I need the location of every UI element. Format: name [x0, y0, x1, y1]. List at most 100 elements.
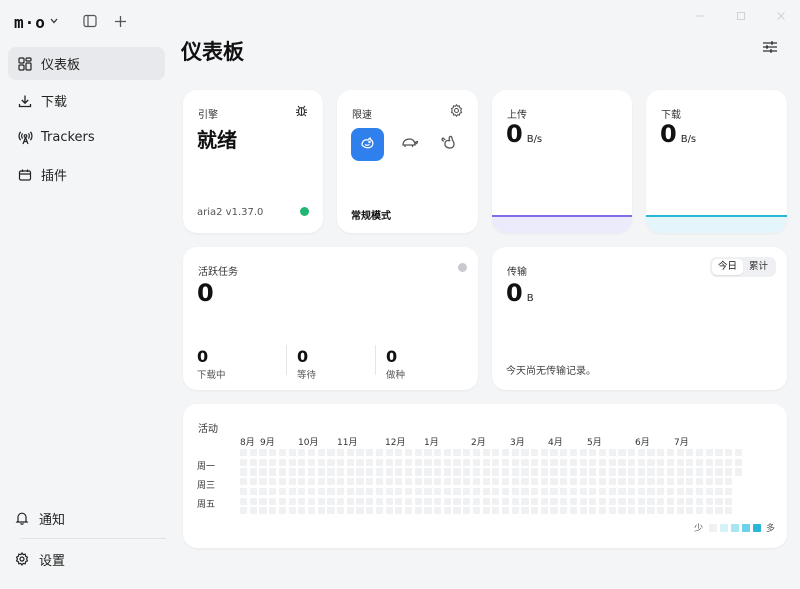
heatmap-cell	[404, 497, 413, 505]
mode-normal-button[interactable]	[351, 128, 384, 161]
transfer-empty-message: 今天尚无传输记录。	[506, 366, 596, 377]
heatmap-cell	[337, 478, 345, 486]
chevron-down-icon	[50, 17, 58, 27]
heatmap-cell	[404, 478, 413, 486]
heatmap-cell	[550, 449, 558, 457]
notifications-button[interactable]: 通知	[14, 503, 166, 533]
heatmap-cell	[686, 497, 694, 505]
heatmap-cell	[628, 468, 636, 476]
speed-settings-icon[interactable]	[450, 103, 463, 120]
download-chart-line	[646, 215, 787, 217]
heatmap-cell	[327, 497, 335, 505]
heatmap-cell	[540, 478, 548, 486]
heatmap-cell	[666, 458, 675, 466]
heatmap-cell	[385, 507, 393, 515]
heatmap-cell	[579, 458, 587, 466]
sidebar-toggle-icon[interactable]	[82, 13, 98, 29]
heatmap-cell	[259, 507, 267, 515]
heatmap-cell	[249, 468, 257, 476]
heatmap-cell	[385, 487, 393, 496]
heatmap-cell	[317, 449, 325, 457]
heatmap-cell	[705, 478, 713, 486]
heatmap-cell	[676, 458, 684, 466]
heatmap-cell	[278, 487, 287, 496]
heatmap-cell	[492, 478, 500, 486]
month-label: 9月	[260, 438, 275, 448]
heatmap-cell	[443, 449, 451, 457]
sidebar-item-plugins[interactable]: 插件	[8, 158, 165, 191]
heatmap-cell	[647, 458, 655, 466]
add-icon[interactable]	[112, 13, 128, 29]
sidebar-item-trackers[interactable]: Trackers	[8, 121, 165, 154]
heatmap-cell	[589, 449, 597, 457]
heatmap-cell	[288, 458, 296, 466]
sidebar-item-downloads[interactable]: 下载	[8, 84, 165, 117]
heatmap-cell	[404, 468, 413, 476]
heatmap-cell	[715, 507, 723, 515]
heatmap-cell	[307, 478, 316, 486]
engine-status-dot	[300, 207, 309, 216]
heatmap-cell	[259, 487, 267, 496]
bug-icon[interactable]	[295, 104, 308, 120]
heatmap-cell	[540, 458, 548, 466]
month-label: 6月	[635, 438, 650, 448]
heatmap-cell	[327, 449, 335, 457]
tab-today[interactable]: 今日	[712, 259, 744, 275]
heatmap-cell	[725, 507, 733, 515]
heatmap-cell	[414, 497, 422, 505]
active-tasks-label: 活跃任务	[198, 267, 238, 278]
heatmap-cell	[569, 487, 578, 496]
speed-limit-card: 限速 常规模式	[337, 90, 478, 233]
month-label: 7月	[674, 438, 689, 448]
heatmap-cell	[327, 458, 335, 466]
heatmap-cell	[482, 497, 490, 505]
stat-label: 做种	[386, 370, 406, 381]
month-label: 11月	[337, 438, 358, 448]
close-icon[interactable]	[773, 8, 789, 24]
brand-switcher[interactable]: m·o	[14, 12, 58, 32]
dashboard-icon	[17, 56, 33, 72]
heatmap-cell	[521, 449, 529, 457]
maximize-icon[interactable]	[733, 8, 749, 24]
download-unit: B/s	[680, 134, 697, 145]
heatmap-cell	[288, 487, 296, 496]
heatmap-cell	[715, 458, 723, 466]
heatmap-cell	[278, 458, 287, 466]
heatmap-cell	[356, 458, 364, 466]
heatmap-cell	[569, 497, 578, 505]
heatmap-cell	[618, 449, 626, 457]
heatmap-cell	[414, 507, 422, 515]
upload-value: 0	[506, 120, 523, 148]
heatmap-cell	[618, 487, 626, 496]
heatmap-cell	[434, 449, 442, 457]
heatmap-cell	[278, 449, 287, 457]
heatmap-cell	[647, 468, 655, 476]
settings-button[interactable]: 设置	[14, 544, 166, 574]
heatmap-cell	[424, 449, 432, 457]
heatmap-cell	[686, 458, 694, 466]
heatmap-cell	[356, 507, 364, 515]
sidebar-item-dashboard[interactable]: 仪表板	[8, 47, 165, 80]
heatmap-cell	[676, 449, 684, 457]
heatmap-cell	[240, 487, 248, 496]
heatmap-cell	[501, 497, 510, 505]
activity-label: 活动	[198, 424, 218, 435]
mode-squirrel-button[interactable]	[431, 128, 464, 161]
squirrel-icon	[440, 135, 456, 154]
heatmap-cell	[346, 478, 354, 486]
heatmap-cell	[589, 487, 597, 496]
filter-settings-icon[interactable]	[762, 40, 780, 56]
stat-divider	[286, 345, 287, 375]
minimize-icon[interactable]	[692, 8, 708, 24]
heatmap-cell	[366, 507, 374, 515]
heatmap-cell	[608, 487, 616, 496]
heatmap-cell	[443, 478, 451, 486]
heatmap-cell	[725, 478, 733, 486]
heatmap-cell	[686, 507, 694, 515]
mode-turtle-button[interactable]	[393, 128, 426, 161]
tab-total[interactable]: 累计	[743, 259, 774, 275]
heatmap-cell	[317, 478, 325, 486]
stat-value: 0	[297, 347, 309, 366]
stat-waiting: 0 等待	[297, 347, 316, 381]
month-label: 8月	[240, 438, 255, 448]
